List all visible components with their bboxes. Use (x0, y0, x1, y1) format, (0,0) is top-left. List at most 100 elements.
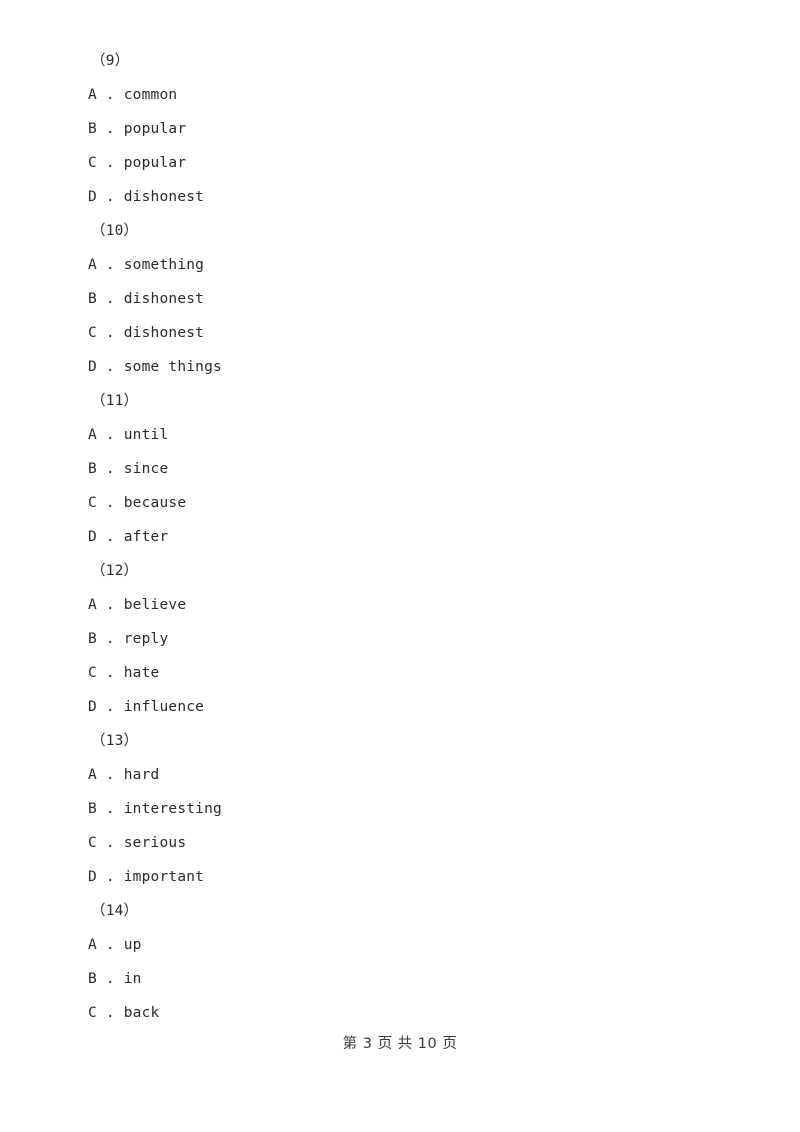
option-text: until (123, 427, 169, 443)
option-text: important (123, 869, 205, 885)
option-text: up (123, 937, 142, 953)
option-letter: C (88, 155, 97, 171)
option-letter: A (88, 767, 97, 783)
question-list: （9） A . common B . popular C . popular D . d… (0, 0, 800, 1030)
question-option[interactable]: A . common (0, 78, 800, 112)
option-separator: . (96, 1005, 124, 1021)
option-letter: B (88, 971, 97, 987)
option-separator: . (96, 189, 124, 205)
option-text: dishonest (123, 325, 205, 341)
option-separator: . (96, 971, 124, 987)
question-number: （12） (91, 563, 139, 579)
question-option[interactable]: B . since (0, 452, 800, 486)
option-separator: . (96, 937, 124, 953)
option-separator: . (96, 699, 124, 715)
option-letter: A (88, 597, 97, 613)
option-letter: D (88, 189, 97, 205)
option-letter: B (88, 461, 97, 477)
option-text: some things (123, 359, 222, 375)
question-number: （11） (91, 393, 139, 409)
question-option[interactable]: A . hard (0, 758, 800, 792)
option-text: hard (123, 767, 160, 783)
option-text: in (123, 971, 142, 987)
question-number: （14） (91, 903, 139, 919)
option-text: since (123, 461, 169, 477)
option-letter: A (88, 257, 97, 273)
option-letter: A (88, 427, 97, 443)
question-option[interactable]: C . serious (0, 826, 800, 860)
option-separator: . (96, 529, 124, 545)
option-separator: . (96, 155, 124, 171)
question-option[interactable]: A . until (0, 418, 800, 452)
question-option[interactable]: B . dishonest (0, 282, 800, 316)
option-text: popular (123, 155, 187, 171)
question-option[interactable]: D . some things (0, 350, 800, 384)
option-text: dishonest (123, 291, 205, 307)
question-option[interactable]: C . because (0, 486, 800, 520)
question-block: （14） A . up B . in C . back (0, 894, 800, 1030)
option-separator: . (96, 121, 124, 137)
option-letter: C (88, 1005, 97, 1021)
question-option[interactable]: D . after (0, 520, 800, 554)
question-block: （11） A . until B . since C . because D . aft… (0, 384, 800, 554)
question-option[interactable]: A . believe (0, 588, 800, 622)
option-separator: . (96, 801, 124, 817)
option-letter: C (88, 495, 97, 511)
option-separator: . (96, 325, 124, 341)
option-letter: C (88, 665, 97, 681)
option-separator: . (96, 427, 124, 443)
option-separator: . (96, 869, 124, 885)
option-letter: D (88, 359, 97, 375)
option-letter: A (88, 937, 97, 953)
option-separator: . (96, 87, 124, 103)
option-separator: . (96, 359, 124, 375)
option-letter: C (88, 325, 97, 341)
option-separator: . (96, 665, 124, 681)
question-option[interactable]: D . important (0, 860, 800, 894)
question-option[interactable]: B . reply (0, 622, 800, 656)
option-text: serious (123, 835, 187, 851)
question-option[interactable]: C . back (0, 996, 800, 1030)
question-option[interactable]: C . dishonest (0, 316, 800, 350)
question-block: （9） A . common B . popular C . popular D . d… (0, 44, 800, 214)
option-letter: B (88, 631, 97, 647)
option-letter: D (88, 869, 97, 885)
question-block: （13） A . hard B . interesting C . serious D … (0, 724, 800, 894)
option-separator: . (96, 835, 124, 851)
option-letter: B (88, 291, 97, 307)
question-option[interactable]: C . popular (0, 146, 800, 180)
option-letter: D (88, 529, 97, 545)
question-option[interactable]: C . hate (0, 656, 800, 690)
option-separator: . (96, 257, 124, 273)
option-text: influence (123, 699, 205, 715)
option-text: hate (123, 665, 160, 681)
question-option[interactable]: B . interesting (0, 792, 800, 826)
question-option[interactable]: D . dishonest (0, 180, 800, 214)
option-separator: . (96, 767, 124, 783)
option-text: because (123, 495, 187, 511)
page-footer: 第 3 页 共 10 页 (342, 1036, 458, 1052)
option-letter: A (88, 87, 97, 103)
question-option[interactable]: A . up (0, 928, 800, 962)
question-option[interactable]: D . influence (0, 690, 800, 724)
option-letter: D (88, 699, 97, 715)
question-option[interactable]: B . in (0, 962, 800, 996)
question-option[interactable]: B . popular (0, 112, 800, 146)
option-text: believe (123, 597, 187, 613)
option-letter: C (88, 835, 97, 851)
option-text: popular (123, 121, 187, 137)
option-separator: . (96, 597, 124, 613)
option-text: common (123, 87, 178, 103)
option-text: reply (123, 631, 169, 647)
question-option[interactable]: A . something (0, 248, 800, 282)
option-separator: . (96, 495, 124, 511)
option-separator: . (96, 291, 124, 307)
option-separator: . (96, 631, 124, 647)
question-number: （9） (91, 53, 130, 69)
option-text: something (123, 257, 205, 273)
question-block: （10） A . something B . dishonest C . dishon… (0, 214, 800, 384)
document-page: （9） A . common B . popular C . popular D . d… (0, 0, 800, 1132)
question-number: （13） (91, 733, 139, 749)
option-text: dishonest (123, 189, 205, 205)
option-text: after (123, 529, 169, 545)
